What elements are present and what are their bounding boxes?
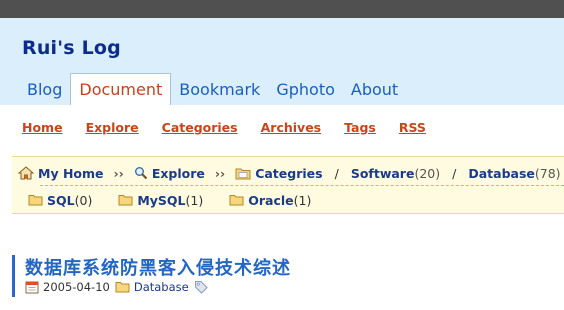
breadcrumb-explore[interactable]: Explore bbox=[134, 166, 205, 181]
subcategory-count: (1) bbox=[185, 192, 204, 208]
folder-icon bbox=[229, 194, 244, 206]
sub-navigation: Home Explore Categories Archives Tags RS… bbox=[22, 120, 426, 135]
divider bbox=[40, 185, 564, 186]
tab-about[interactable]: About bbox=[343, 74, 406, 105]
tab-bookmark[interactable]: Bookmark bbox=[171, 74, 268, 105]
folder-icon bbox=[118, 194, 133, 206]
breadcrumb-categories[interactable]: Categries bbox=[235, 165, 323, 181]
folder-icon bbox=[28, 194, 43, 206]
breadcrumb-separator: ›› bbox=[214, 165, 226, 181]
breadcrumb-database-label: Database bbox=[468, 165, 535, 181]
breadcrumb-software-count: (20) bbox=[414, 165, 441, 181]
breadcrumb-home[interactable]: My Home bbox=[18, 166, 104, 181]
post-title-link[interactable]: 数据库系统防黑客入侵技术综述 bbox=[25, 254, 291, 280]
subnav-archives-link[interactable]: Archives bbox=[261, 120, 322, 135]
subcategory-sql[interactable]: SQL (0) bbox=[28, 193, 92, 208]
site-header: Rui's Log Blog Document Bookmark Gphoto … bbox=[0, 18, 564, 105]
subnav-categories-link[interactable]: Categories bbox=[162, 120, 238, 135]
breadcrumb-explore-label: Explore bbox=[151, 165, 205, 181]
subnav-home-link[interactable]: Home bbox=[22, 120, 63, 135]
breadcrumb-database[interactable]: Database (78) bbox=[468, 166, 560, 181]
subcategory-list: SQL (0) MySQL (1) Oracle (1) bbox=[28, 192, 337, 208]
breadcrumb-separator: ›› bbox=[113, 165, 124, 181]
subnav-explore-link[interactable]: Explore bbox=[86, 120, 139, 135]
subnav-rss-link[interactable]: RSS bbox=[399, 120, 426, 135]
calendar-icon bbox=[25, 280, 39, 294]
breadcrumb: My Home ›› Explore ›› Categries / Softwa… bbox=[18, 164, 561, 182]
breadcrumb-slash: / bbox=[452, 165, 457, 181]
subcategory-name: Oracle bbox=[248, 192, 294, 208]
subcategory-count: (0) bbox=[74, 192, 93, 208]
site-title[interactable]: Rui's Log bbox=[22, 37, 121, 59]
breadcrumb-slash: / bbox=[334, 165, 339, 181]
subcategory-mysql[interactable]: MySQL (1) bbox=[118, 193, 203, 208]
post-date: 2005-04-10 bbox=[43, 280, 110, 294]
post-meta: 2005-04-10 Database bbox=[25, 280, 212, 294]
breadcrumb-home-label: My Home bbox=[38, 165, 104, 181]
magnifier-icon bbox=[134, 166, 148, 180]
breadcrumb-software-label: Software bbox=[350, 165, 415, 181]
breadcrumb-panel: My Home ›› Explore ›› Categries / Softwa… bbox=[12, 156, 564, 214]
tab-blog[interactable]: Blog bbox=[19, 74, 70, 105]
subcategory-count: (1) bbox=[293, 192, 312, 208]
top-strip bbox=[0, 0, 564, 18]
tab-document[interactable]: Document bbox=[70, 73, 172, 105]
breadcrumb-categories-label: Categries bbox=[255, 165, 323, 181]
main-tabs: Blog Document Bookmark Gphoto About bbox=[19, 73, 406, 105]
breadcrumb-software[interactable]: Software (20) bbox=[351, 166, 440, 181]
folder-icon bbox=[235, 167, 251, 180]
subcategory-name: SQL bbox=[47, 192, 75, 208]
tab-gphoto[interactable]: Gphoto bbox=[268, 74, 343, 105]
post-entry: 数据库系统防黑客入侵技术综述 2005-04-10 Database bbox=[12, 255, 412, 297]
subnav-tags-link[interactable]: Tags bbox=[344, 120, 376, 135]
tag-icon bbox=[194, 280, 208, 294]
post-category-link[interactable]: Database bbox=[134, 280, 189, 294]
breadcrumb-database-count: (78) bbox=[534, 165, 561, 181]
folder-icon bbox=[115, 281, 130, 293]
subcategory-oracle[interactable]: Oracle (1) bbox=[229, 193, 311, 208]
subcategory-name: MySQL bbox=[137, 192, 186, 208]
house-icon bbox=[18, 166, 34, 180]
